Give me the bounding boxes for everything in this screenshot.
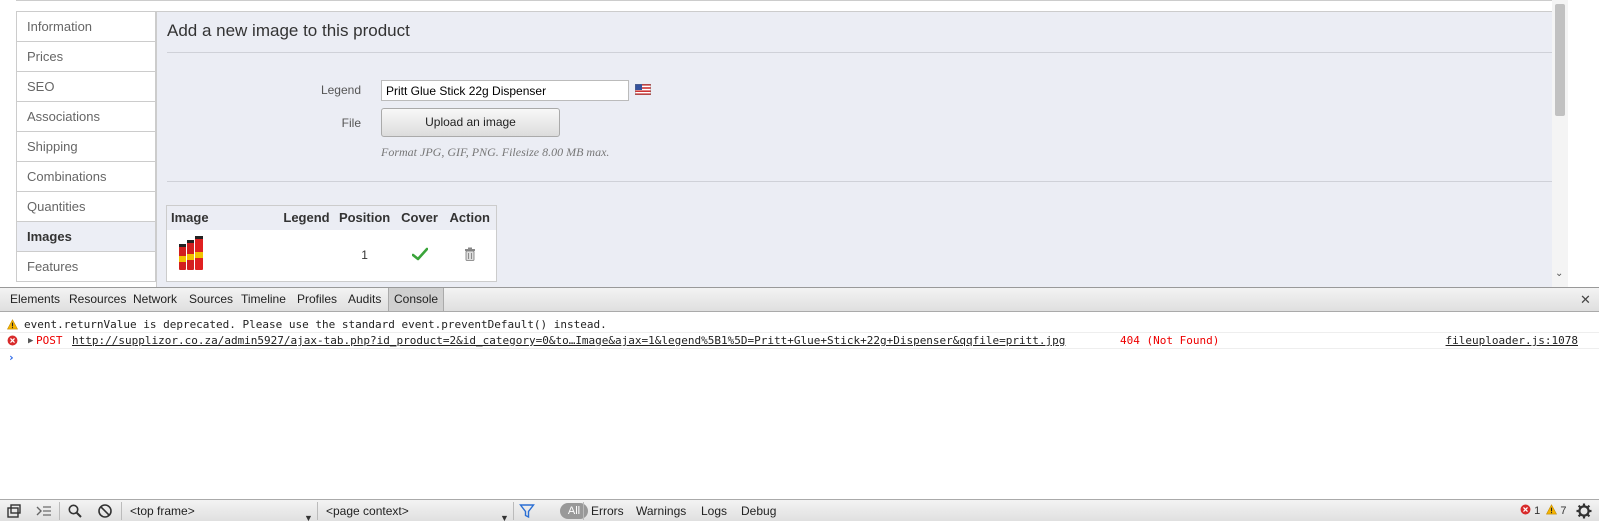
trash-icon[interactable] (464, 247, 476, 261)
search-icon[interactable] (67, 503, 83, 519)
table-row: 1 (167, 230, 497, 282)
file-label: File (341, 116, 361, 130)
error-method: POST (36, 334, 63, 347)
action-cell[interactable] (444, 230, 497, 282)
top-divider (16, 0, 1568, 1)
filter-errors[interactable]: Errors (591, 501, 624, 521)
tab-combinations[interactable]: Combinations (17, 162, 155, 192)
tab-features[interactable]: Features (17, 252, 155, 282)
check-icon[interactable] (411, 247, 428, 261)
product-edit-page: Information Prices SEO Associations Ship… (0, 0, 1599, 290)
separator (121, 502, 122, 520)
scrollbar-thumb[interactable] (1555, 4, 1565, 116)
images-panel: Add a new image to this product Legend F… (156, 11, 1568, 290)
separator (583, 502, 584, 520)
expand-triangle-icon[interactable]: ▶ (28, 333, 33, 349)
warning-icon (7, 319, 18, 330)
col-cover: Cover (395, 205, 444, 230)
devtools-tab-network[interactable]: Network (128, 288, 182, 311)
devtools-tab-sources[interactable]: Sources (184, 288, 238, 311)
warning-icon (1546, 504, 1558, 515)
devtools-status-bar: <top frame> ▼ <page context> ▼ All Error… (0, 499, 1599, 523)
devtools-tab-console[interactable]: Console (388, 288, 445, 311)
chevron-down-icon: ▼ (500, 513, 509, 523)
devtools-tab-timeline[interactable]: Timeline (236, 288, 291, 311)
tab-seo[interactable]: SEO (17, 72, 155, 102)
frame-select-value: <top frame> (130, 504, 195, 518)
tab-associations[interactable]: Associations (17, 102, 155, 132)
context-select[interactable]: <page context> ▼ (320, 501, 512, 523)
tab-quantities[interactable]: Quantities (17, 192, 155, 222)
row-legend (264, 230, 334, 282)
dock-icon[interactable] (6, 503, 22, 519)
devtools-tab-profiles[interactable]: Profiles (292, 288, 342, 311)
page-scrollbar[interactable]: ⌄ (1552, 0, 1568, 287)
devtools-tab-elements[interactable]: Elements (5, 288, 65, 311)
filter-icon[interactable] (519, 503, 535, 519)
tab-information[interactable]: Information (17, 12, 155, 42)
cover-cell[interactable] (396, 230, 444, 282)
scroll-down-arrow-icon[interactable]: ⌄ (1555, 268, 1563, 279)
console-prompt-row[interactable]: › (0, 350, 1599, 366)
separator (59, 502, 60, 520)
glue-stick-thumbnail (179, 235, 203, 270)
console-error-row: ▶ POST http://supplizor.co.za/admin5927/… (0, 333, 1599, 349)
row-position: 1 (361, 248, 368, 263)
tab-prices[interactable]: Prices (17, 42, 155, 72)
error-count: 1 (1534, 505, 1541, 517)
col-legend: Legend (263, 205, 334, 230)
error-url-link[interactable]: http://supplizor.co.za/admin5927/ajax-ta… (72, 333, 1065, 349)
col-action: Action (443, 205, 497, 230)
col-image: Image (166, 205, 264, 230)
panel-title: Add a new image to this product (167, 21, 410, 40)
console-warning-row: event.returnValue is deprecated. Please … (0, 317, 1599, 333)
devtools-tabbar: Elements Resources Network Sources Timel… (0, 288, 1599, 312)
error-source-link[interactable]: fileuploader.js:1078 (1400, 333, 1578, 349)
filter-warnings[interactable]: Warnings (636, 501, 686, 521)
context-select-value: <page context> (326, 504, 409, 518)
error-icon (7, 335, 18, 346)
col-position: Position (333, 205, 396, 230)
frame-select[interactable]: <top frame> ▼ (124, 501, 316, 523)
devtools-panel: Elements Resources Network Sources Timel… (0, 287, 1599, 523)
warning-count: 7 (1560, 505, 1567, 517)
divider (167, 52, 1557, 53)
warning-message: event.returnValue is deprecated. Please … (24, 318, 607, 331)
format-hint: Format JPG, GIF, PNG. Filesize 8.00 MB m… (381, 145, 610, 159)
console-drawer-icon[interactable] (36, 503, 52, 519)
tab-shipping[interactable]: Shipping (17, 132, 155, 162)
close-icon[interactable]: ✕ (1580, 292, 1591, 308)
message-counts[interactable]: 1 7 (1520, 501, 1566, 521)
clear-console-icon[interactable] (97, 503, 113, 519)
product-tabs: Information Prices SEO Associations Ship… (16, 11, 156, 282)
legend-label: Legend (320, 83, 361, 97)
error-status: 404 (Not Found) (1120, 334, 1220, 347)
devtools-tab-resources[interactable]: Resources (64, 288, 131, 311)
gear-icon[interactable] (1576, 503, 1592, 519)
product-thumbnail[interactable] (167, 230, 264, 282)
filter-debug[interactable]: Debug (741, 501, 776, 521)
prompt-chevron-icon: › (8, 351, 15, 364)
upload-image-button[interactable]: Upload an image (381, 108, 560, 137)
filter-logs[interactable]: Logs (701, 501, 727, 521)
chevron-down-icon: ▼ (304, 513, 313, 523)
devtools-tab-audits[interactable]: Audits (343, 288, 386, 311)
separator (317, 502, 318, 520)
legend-input[interactable] (381, 80, 629, 101)
us-flag-icon[interactable] (635, 84, 651, 95)
divider (167, 181, 1557, 182)
image-table: Image Legend Position Cover Action 1 (166, 205, 497, 282)
error-icon (1520, 504, 1531, 515)
tab-images[interactable]: Images (17, 222, 155, 252)
separator (513, 502, 514, 520)
